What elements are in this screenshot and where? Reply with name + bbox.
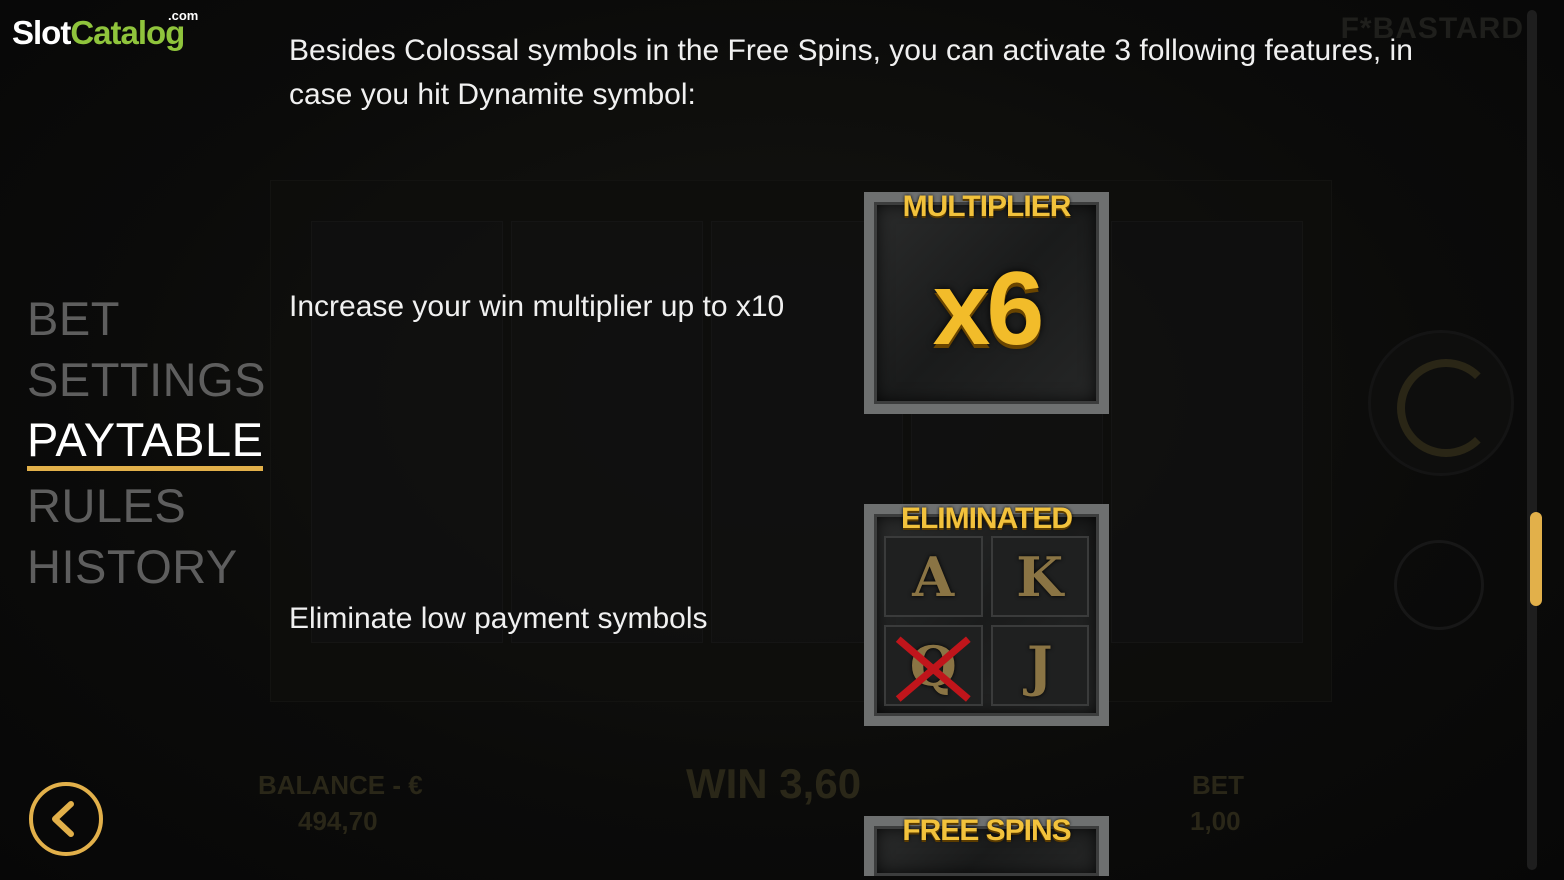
background-bet-label: BET [1192,770,1244,800]
background-reel [511,221,703,643]
menu-item-paytable[interactable]: PAYTABLE [27,414,264,471]
multiplier-symbol-label: MULTIPLIER [902,190,1072,223]
spin-button [1368,330,1514,476]
scrollbar-thumb[interactable] [1530,512,1542,606]
symbol-card-q: Q [884,625,983,706]
free-spins-symbol-label: FREE SPINS [902,814,1071,847]
menu-item-bet[interactable]: BET [27,288,266,349]
symbol-card-a: A [884,536,983,617]
background-balance-value: 494,70 [298,806,378,836]
symbol-card-k: K [990,536,1089,617]
logo-slot: Slot [12,14,71,51]
multiplier-symbol-value: x6 [932,251,1045,367]
chevron-left-icon [52,801,74,837]
logo: SlotCatalog .com [12,8,198,52]
background-reel [1111,221,1303,643]
cross-icon [895,636,971,702]
menu-item-history[interactable]: HISTORY [27,536,266,597]
background-reel [311,221,503,643]
feature-multiplier-text: Increase your win multiplier up to x10 [289,290,785,323]
back-button[interactable] [29,782,103,856]
menu-item-rules[interactable]: RULES [27,475,266,536]
paytable-intro: Besides Colossal symbols in the Free Spi… [289,34,1413,111]
feature-eliminated-text: Eliminate low payment symbols [289,602,708,635]
background-win: WIN 3,60 [686,760,862,807]
symbol-card-j: J [990,625,1089,706]
menu-item-settings[interactable]: SETTINGS [27,349,266,410]
eliminated-symbol: ELIMINATED A K Q J [864,502,1109,726]
coins-icon [1394,540,1484,630]
side-menu: BET SETTINGS PAYTABLE RULES HISTORY [27,288,266,597]
multiplier-symbol: MULTIPLIER x6 [864,190,1109,414]
background-bet-value: 1,00 [1190,806,1241,836]
free-spins-symbol: FREE SPINS [864,814,1109,876]
eliminated-symbol-label: ELIMINATED [900,502,1073,535]
logo-suffix: .com [168,8,199,23]
background-balance-label: BALANCE - € [258,770,423,800]
refresh-icon [1397,359,1495,457]
eliminated-symbol-grid: A K Q J [884,536,1089,706]
scrollbar-track[interactable] [1527,10,1537,870]
